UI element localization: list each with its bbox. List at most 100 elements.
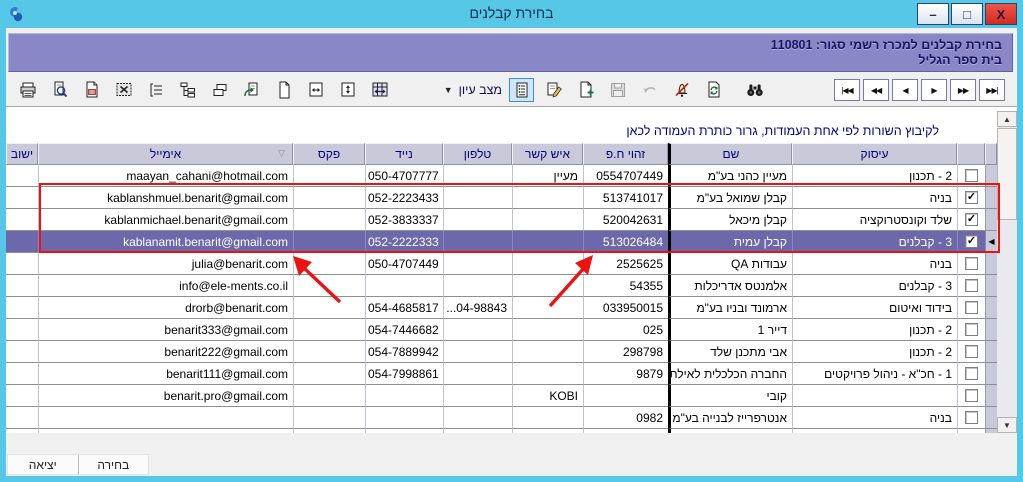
print-preview-icon[interactable] (47, 78, 72, 102)
refresh-icon[interactable] (701, 78, 726, 102)
view-mode-dropdown[interactable]: מצב עיון ▼ (422, 83, 502, 97)
cell-fax[interactable] (293, 275, 365, 297)
nav-next-button[interactable]: ▶ (921, 79, 947, 101)
cell-occupation[interactable]: שלד וקונסטרוקציה (792, 209, 957, 231)
nav-next-fast-button[interactable]: ▶▶ (950, 79, 976, 101)
cell-phone[interactable] (443, 209, 512, 231)
cell-occupation[interactable]: בניה (792, 407, 957, 429)
cell-fax[interactable] (293, 231, 365, 253)
cell-phone[interactable] (443, 165, 512, 187)
form-view-icon[interactable] (509, 78, 534, 102)
cell-mobile[interactable]: 054-7446682 (365, 319, 443, 341)
cell-company-id[interactable]: 298798 (583, 341, 668, 363)
cell-mobile[interactable]: 054-7998861 (365, 363, 443, 385)
cell-city[interactable] (6, 253, 38, 275)
cell-contact[interactable] (512, 209, 583, 231)
cell-phone[interactable] (443, 341, 512, 363)
cell-company-id[interactable]: 0554707449 (583, 165, 668, 187)
cell-fax[interactable] (293, 209, 365, 231)
cell-city[interactable] (6, 187, 38, 209)
row-selector[interactable] (985, 275, 997, 297)
cell-email[interactable]: maayan_cahani@hotmail.com (38, 165, 293, 187)
cell-name[interactable]: קבלן שמואל בע"מ (668, 187, 792, 209)
row-checkbox[interactable] (957, 253, 985, 275)
checkbox-icon[interactable] (965, 389, 978, 402)
clear-filter-icon[interactable] (669, 78, 694, 102)
checkbox-icon[interactable] (965, 367, 978, 380)
undo-icon[interactable] (637, 78, 662, 102)
column-header-city[interactable]: ישוב (6, 143, 38, 165)
vertical-scrollbar[interactable]: ▲ ▼ (997, 111, 1017, 433)
cell-contact[interactable]: מעיין (512, 165, 583, 187)
cell-name[interactable]: דייר 1 (668, 319, 792, 341)
row-checkbox[interactable] (957, 209, 985, 231)
checkbox-icon[interactable] (965, 323, 978, 336)
cell-phone[interactable] (443, 319, 512, 341)
row-checkbox[interactable] (957, 165, 985, 187)
cell-fax[interactable] (293, 385, 365, 407)
cell-contact[interactable] (512, 429, 583, 433)
table-row[interactable]: benarit333@gmail.com 054-7446682 025 דיי… (6, 319, 997, 341)
cell-email[interactable]: julia@benarit.com (38, 253, 293, 275)
cell-fax[interactable] (293, 341, 365, 363)
checkbox-icon[interactable] (965, 235, 978, 248)
column-header-phone[interactable]: טלפון (443, 143, 512, 165)
cell-city[interactable] (6, 385, 38, 407)
cell-phone[interactable] (443, 385, 512, 407)
row-selector[interactable] (985, 319, 997, 341)
cell-company-id[interactable]: 2525625 (583, 253, 668, 275)
cell-contact[interactable]: KOBI (512, 385, 583, 407)
row-selector[interactable] (985, 407, 997, 429)
cell-occupation[interactable] (792, 385, 957, 407)
cell-contact[interactable] (512, 253, 583, 275)
column-header-contact[interactable]: איש קשר (512, 143, 583, 165)
cell-contact[interactable] (512, 319, 583, 341)
table-row[interactable]: 0982 אנטרפרייז לבנייה בע"מ בניה (6, 407, 997, 429)
cell-city[interactable] (6, 297, 38, 319)
nav-prev-fast-button[interactable]: ◀◀ (863, 79, 889, 101)
cell-occupation[interactable]: 2 - תכנון (792, 165, 957, 187)
row-checkbox[interactable] (957, 319, 985, 341)
cell-email[interactable]: info@ele-ments.co.il (38, 275, 293, 297)
column-header-occupation[interactable]: עיסוק (792, 143, 957, 165)
cell-mobile[interactable] (365, 385, 443, 407)
checkbox-icon[interactable] (965, 169, 978, 182)
table-row[interactable]: info@ele-ments.co.il 54355 אלמנטס אדריכל… (6, 275, 997, 297)
row-checkbox[interactable] (957, 363, 985, 385)
cell-city[interactable] (6, 341, 38, 363)
cell-email[interactable]: benarit111@gmail.com (38, 363, 293, 385)
cell-occupation[interactable]: 3 - קבלנים (792, 231, 957, 253)
cell-phone[interactable] (443, 407, 512, 429)
table-row[interactable]: kablanmichael.benarit@gmail.com 052-3833… (6, 209, 997, 231)
cell-email[interactable]: kablanmichael.benarit@gmail.com (38, 209, 293, 231)
cell-occupation[interactable]: 1 - חכ"א - ניהול פרויקטים (792, 363, 957, 385)
cell-name[interactable]: אלמנטס אדריכלות (668, 275, 792, 297)
cell-phone[interactable] (443, 275, 512, 297)
row-checkbox[interactable] (957, 429, 985, 433)
print-icon[interactable] (15, 78, 40, 102)
cell-contact[interactable] (512, 187, 583, 209)
row-selector[interactable] (985, 187, 997, 209)
column-header-mobile[interactable]: נייד (365, 143, 443, 165)
column-header-id[interactable]: זהוי ח.פ (583, 143, 668, 165)
cell-mobile[interactable]: 052-2223433 (365, 187, 443, 209)
minimize-button[interactable]: – (917, 3, 949, 25)
cell-company-id[interactable]: 033950015 (583, 297, 668, 319)
exit-button[interactable]: יציאה (8, 455, 78, 474)
cell-email[interactable] (38, 407, 293, 429)
checkbox-icon[interactable] (965, 345, 978, 358)
cell-name[interactable]: קבלן עמית (668, 231, 792, 253)
cell-city[interactable] (6, 319, 38, 341)
vertical-scroll-thumb[interactable] (997, 128, 1017, 220)
checkbox-icon[interactable] (965, 411, 978, 424)
cell-phone[interactable] (443, 253, 512, 275)
scroll-up-icon[interactable]: ▲ (997, 111, 1017, 127)
table-row[interactable]: julia@benarit.com 050-4707449 2525625 עב… (6, 253, 997, 275)
checkbox-icon[interactable] (965, 257, 978, 270)
save-icon[interactable] (605, 78, 630, 102)
cell-name[interactable]: מעיין כהני בע"מ (668, 165, 792, 187)
table-row[interactable]: benarit222@gmail.com 054-7889942 298798 … (6, 341, 997, 363)
column-header-name[interactable]: שם (668, 143, 792, 165)
cell-mobile[interactable]: 050-4707449 (365, 253, 443, 275)
cell-city[interactable] (6, 363, 38, 385)
